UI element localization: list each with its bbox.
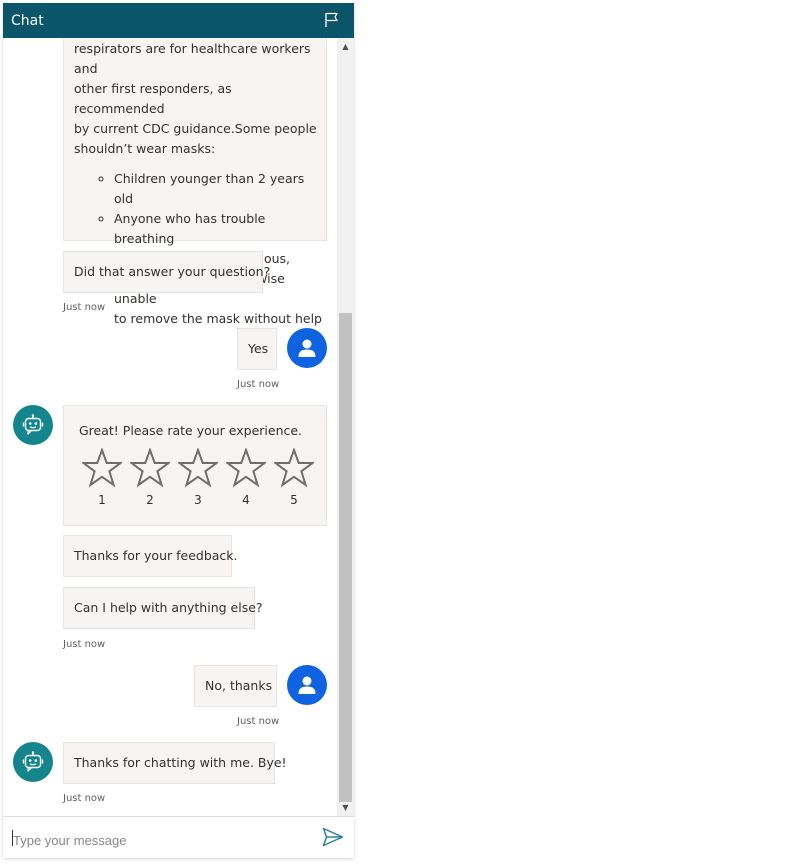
user-avatar — [287, 665, 327, 705]
star-icon — [82, 448, 122, 488]
star-icon — [274, 448, 314, 488]
star-rating-2[interactable]: 2 — [126, 448, 174, 510]
chat-window: Chat respirators are for healthcare work… — [3, 3, 354, 858]
chat-header: Chat — [3, 3, 354, 38]
star-rating-5[interactable]: 5 — [270, 448, 318, 510]
star-label: 2 — [146, 493, 154, 507]
message-list[interactable]: respirators are for healthcare workers a… — [3, 38, 354, 816]
star-label: 5 — [290, 493, 298, 507]
star-icon — [130, 448, 170, 488]
robot-icon — [22, 751, 44, 772]
answer-bullet: Anyone who has trouble breathing — [114, 209, 326, 249]
star-rating-1[interactable]: 1 — [78, 448, 126, 510]
bot-message-answer: respirators are for healthcare workers a… — [63, 38, 327, 326]
star-label: 1 — [98, 493, 106, 507]
timestamp: Just now — [63, 302, 106, 313]
answer-line: by current CDC guidance.Some people — [74, 121, 317, 136]
person-icon — [298, 676, 316, 694]
bot-avatar — [13, 405, 53, 445]
rating-card: Great! Please rate your experience. 1 2 … — [63, 405, 327, 526]
star-rating: 1 2 3 4 5 — [78, 448, 318, 510]
bot-message-question: Did that answer your question? — [63, 251, 270, 293]
star-icon — [226, 448, 266, 488]
answer-line: respirators are for healthcare workers a… — [74, 41, 311, 76]
chat-title: Chat — [11, 13, 44, 29]
answer-line: shouldn’t wear masks: — [74, 141, 216, 156]
answer-bullet-list: Children younger than 2 years old Anyone… — [74, 169, 326, 329]
composer — [3, 816, 354, 858]
person-icon — [298, 339, 316, 357]
user-message-no: No, thanks — [194, 665, 277, 707]
scrollbar[interactable]: ▲ ▼ — [337, 38, 354, 816]
star-label: 3 — [194, 493, 202, 507]
timestamp: Just now — [237, 716, 280, 727]
timestamp: Just now — [237, 379, 280, 390]
bot-message-feedback: Thanks for your feedback. — [63, 535, 238, 577]
bot-message-bye: Thanks for chatting with me. Bye! — [63, 742, 287, 784]
star-icon — [178, 448, 218, 488]
star-label: 4 — [242, 493, 250, 507]
scroll-up-arrow-icon[interactable]: ▲ — [337, 38, 354, 55]
message-input[interactable] — [11, 828, 315, 852]
flag-icon[interactable] — [324, 12, 340, 28]
robot-icon — [22, 414, 44, 435]
scroll-down-arrow-icon[interactable]: ▼ — [337, 799, 354, 816]
bot-avatar — [13, 742, 53, 782]
send-icon[interactable] — [322, 827, 344, 847]
answer-bullet: Children younger than 2 years old — [114, 169, 326, 209]
star-rating-4[interactable]: 4 — [222, 448, 270, 510]
user-avatar — [287, 328, 327, 368]
timestamp: Just now — [63, 793, 106, 804]
scrollbar-thumb[interactable] — [339, 313, 352, 802]
bot-message-help: Can I help with anything else? — [63, 587, 263, 629]
user-message-yes: Yes — [237, 328, 277, 370]
answer-line: other first responders, as recommended — [74, 81, 232, 116]
timestamp: Just now — [63, 639, 106, 650]
star-rating-3[interactable]: 3 — [174, 448, 222, 510]
rating-prompt: Great! Please rate your experience. — [79, 423, 303, 438]
